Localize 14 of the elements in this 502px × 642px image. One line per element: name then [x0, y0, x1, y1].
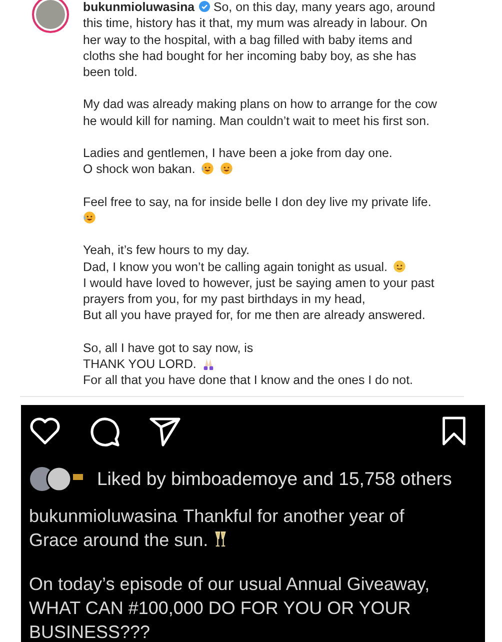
caption-paragraph: Feel free to say, na for inside belle I don dey live my private life.: [83, 194, 438, 226]
giveaway-text: On today’s episode of our usual Annual Giveaway, WHAT CAN #100,000 DO FOR YOU OR YOUR BUSINESS???: [29, 572, 431, 642]
caption-paragraph: bukunmioluwasina So, on this day, many years ago, around this time, history has it that, my mum was already in labour. On her way to the hospital, with a bag filled with baby items and cloths she had bought for her incoming baby boy, as she has been told.: [83, 0, 436, 80]
heart-icon[interactable]: [29, 414, 61, 447]
liked-by-text: Liked by bimboademoye and 15,758 others: [97, 468, 452, 490]
caption-paragraph: My dad was already making plans on how to arrange for the cow he would kill for naming. Man couldn’t wait to meet his first son.: [83, 96, 438, 130]
avatar[interactable]: [32, 0, 69, 33]
bookmark-icon[interactable]: [441, 414, 467, 447]
caption-paragraph: Ladies and gentlemen, I have been a joke from day one. O shock won bakan.: [83, 145, 394, 178]
caption-paragraph: So, all I have got to say now, is THANK YOU LORD. For all that you have done that I know and the ones I do not.: [83, 340, 414, 389]
post-caption: bukunmioluwasina Thankful for another year of Grace around the sun.: [29, 504, 406, 552]
send-icon[interactable]: [149, 414, 181, 447]
comment-icon[interactable]: [89, 414, 121, 447]
caption-paragraph: Yeah, it’s few hours to my day. Dad, I know you won’t be calling again tonight as usual. I would have loved to however, just be saying amen to your past prayers from you, for my past birthdays in my head, But all you have prayed for, for me then are already answered.: [83, 242, 436, 324]
